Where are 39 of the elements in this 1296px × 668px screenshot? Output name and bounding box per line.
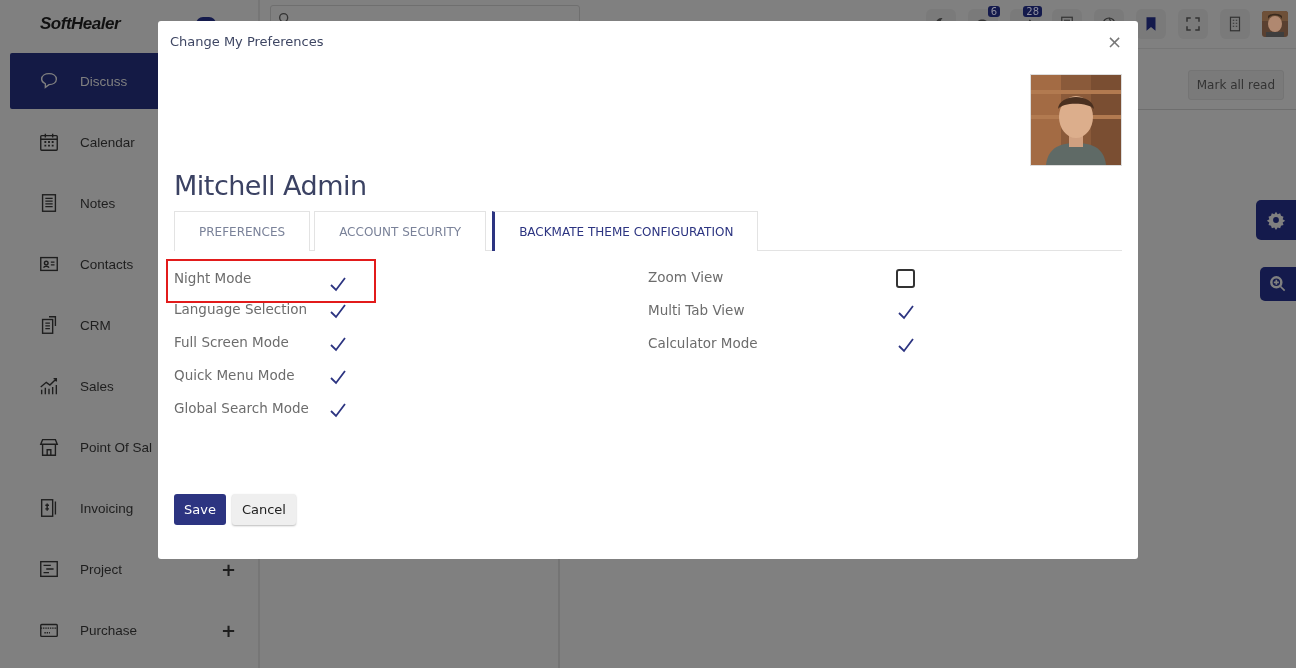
board-icon: [38, 558, 60, 580]
fullscreen-button[interactable]: [1178, 9, 1208, 39]
option-label: Full Screen Mode: [174, 333, 290, 350]
tab[interactable]: ACCOUNT SECURITY: [314, 211, 487, 251]
company-button[interactable]: [1220, 9, 1250, 39]
close-button[interactable]: ×: [1102, 31, 1126, 52]
option-label: Language Selection: [174, 300, 309, 317]
sidebar-item[interactable]: Purchase +: [10, 602, 258, 658]
chart-icon: [38, 375, 60, 397]
sidebar-item[interactable]: Calendar: [10, 114, 258, 170]
sidebar-item[interactable]: Point Of Sal: [10, 419, 258, 475]
user-name: Mitchell Admin: [174, 170, 368, 201]
cancel-button[interactable]: Cancel: [231, 494, 296, 525]
zoom-button[interactable]: [1260, 267, 1296, 301]
count-badge: 28: [1023, 6, 1042, 17]
bookmark-button[interactable]: [1136, 9, 1166, 39]
zoom-in-icon: [1268, 274, 1288, 294]
calendar-icon: [38, 131, 60, 153]
option-label: Quick Menu Mode: [174, 366, 296, 383]
mark-all-read-button[interactable]: Mark all read: [1187, 70, 1284, 100]
option-label: Global Search Mode: [174, 399, 310, 416]
settings-icon: [1266, 210, 1286, 230]
brand-logo: SoftHealer: [40, 14, 121, 34]
option-label: Multi Tab View: [648, 301, 746, 318]
settings-button[interactable]: [1256, 200, 1296, 240]
fullscreen-icon: [1184, 15, 1202, 33]
sidebar-item[interactable]: Project +: [10, 541, 258, 597]
dialog-title: Change My Preferences: [170, 34, 324, 49]
option-label: Calculator Mode: [648, 334, 759, 351]
checkbox[interactable]: [896, 269, 915, 288]
tab[interactable]: BACKMATE THEME CONFIGURATION: [492, 211, 759, 251]
option-label: Night Mode: [174, 270, 253, 286]
expand-toggle[interactable]: +: [220, 619, 236, 641]
count-badge: 6: [987, 6, 1000, 17]
tab[interactable]: PREFERENCES: [174, 211, 311, 251]
shop-icon: [38, 436, 60, 458]
expand-toggle[interactable]: +: [220, 558, 236, 580]
option-label: Zoom View: [648, 268, 725, 285]
save-button[interactable]: Save: [174, 494, 226, 525]
